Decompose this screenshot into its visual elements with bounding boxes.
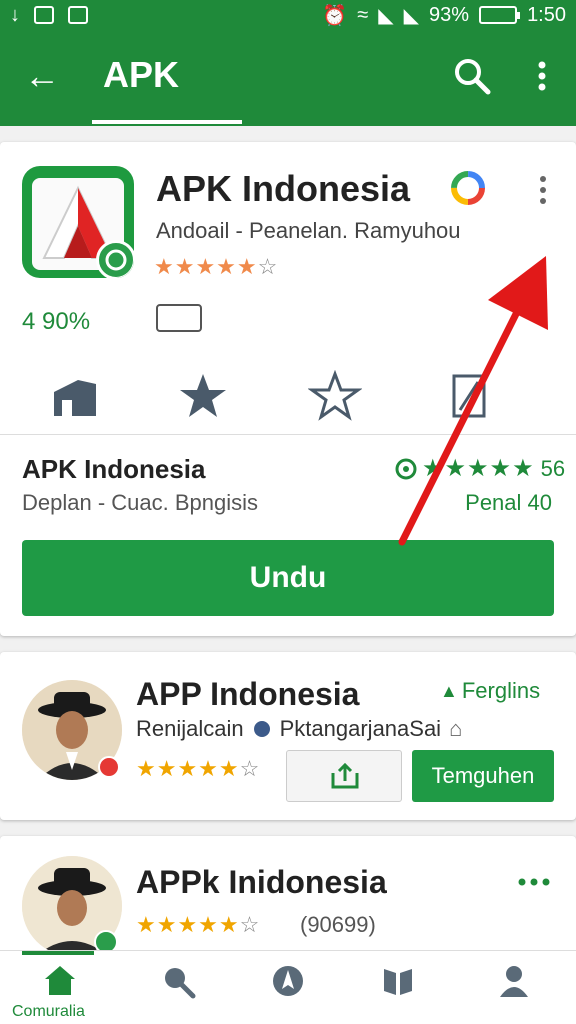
developer-name: Renijalcain: [136, 716, 244, 741]
list-item[interactable]: APP Indonesia ▲ Ferglins Renijalcain Pkt…: [0, 652, 576, 820]
notification-icon: [68, 6, 88, 24]
clock: 1:50: [527, 3, 566, 26]
nav-label-home: Comuralia: [12, 1003, 85, 1020]
star-rating: ★★★★★☆: [136, 756, 261, 781]
app-title: APPk Inidonesia: [136, 864, 387, 900]
action-button[interactable]: Temguhen: [412, 750, 554, 802]
star-filled-icon[interactable]: [176, 370, 230, 424]
star-outline-icon[interactable]: [308, 370, 362, 424]
arrow-left-icon[interactable]: ←: [22, 56, 62, 96]
page-title: APK: [103, 54, 180, 95]
category-label: Ferglins: [461, 678, 541, 703]
download-icon: ↓: [10, 3, 20, 26]
battery-icon: [479, 6, 521, 24]
signal-icon-2: ◣: [403, 4, 420, 27]
nav-item-search[interactable]: [140, 951, 216, 1024]
signal-icon: ◣: [378, 4, 394, 27]
review-count: (90699): [300, 912, 376, 937]
bottom-nav: Comuralia: [0, 950, 576, 1024]
sync-badge-icon: [96, 240, 134, 278]
search-icon: [165, 968, 196, 999]
tab-indicator: [92, 120, 242, 124]
section-title: APK Indonesia: [22, 454, 206, 484]
wifi-icon: ≈: [357, 3, 369, 26]
google-logo-icon: [451, 171, 485, 205]
app-developer: Renijalcain PktangarjanaSai ⌂: [136, 716, 462, 742]
clock-icon: [395, 458, 417, 479]
app-title: APP Indonesia: [136, 676, 360, 712]
share-icon: [331, 762, 359, 789]
install-button[interactable]: Undu: [22, 540, 554, 616]
rating-count: 56: [540, 455, 566, 481]
screenshot-icon: [34, 6, 54, 24]
share-button[interactable]: [286, 750, 402, 802]
store-icon[interactable]: [48, 370, 102, 424]
content-rating-icon: [156, 304, 202, 332]
nav-item-explore[interactable]: [250, 951, 326, 1024]
app-title: APK Indonesia: [156, 168, 411, 209]
library-icon: [384, 969, 412, 995]
battery-percent: 93%: [429, 3, 470, 26]
search-icon[interactable]: [452, 56, 492, 96]
category-icon: ▲: [440, 680, 458, 701]
star-rating: ★★★★★☆: [154, 254, 279, 279]
icon-row: [0, 364, 576, 434]
alarm-icon: ⏰: [322, 4, 348, 27]
account-icon: [500, 966, 528, 997]
home-icon: ⌂: [449, 716, 463, 741]
bookmark-icon[interactable]: [444, 370, 498, 424]
developer-info: PktangarjanaSai: [279, 716, 442, 741]
rating-block: ★★★★★ 56: [394, 454, 565, 483]
app-bar: ← APK: [0, 30, 576, 126]
nav-item-library[interactable]: [360, 951, 436, 1024]
nav-item-account[interactable]: [476, 951, 552, 1024]
section-subtitle: Deplan - Cuac. Bpngisis: [22, 490, 259, 515]
more-vert-icon[interactable]: [530, 56, 554, 96]
app-developer: Andoail - Peanelan. Ramyuhou: [156, 218, 461, 243]
app-icon[interactable]: [22, 166, 134, 278]
rating-stars: ★★★★★: [422, 455, 535, 482]
home-icon: [45, 966, 75, 995]
compass-icon: [273, 966, 303, 996]
verified-icon: [253, 721, 270, 737]
penal-label: Penal 40: [465, 490, 552, 515]
more-vert-icon[interactable]: [532, 172, 554, 208]
rating-percentage: 4 90%: [22, 308, 91, 335]
category-tag: ▲ Ferglins: [440, 678, 540, 704]
featured-app-card: APK Indonesia Andoail - Peanelan. Ramyuh…: [0, 142, 576, 636]
nav-item-home[interactable]: Comuralia: [12, 951, 98, 1024]
status-bar: ↓ ⏰ ≈ ◣ ◣ 93% 1:50: [0, 0, 576, 30]
more-horiz-icon[interactable]: [516, 876, 552, 888]
star-rating: ★★★★★☆: [136, 912, 261, 937]
notification-badge-icon: [98, 756, 120, 778]
divider: [0, 434, 576, 435]
